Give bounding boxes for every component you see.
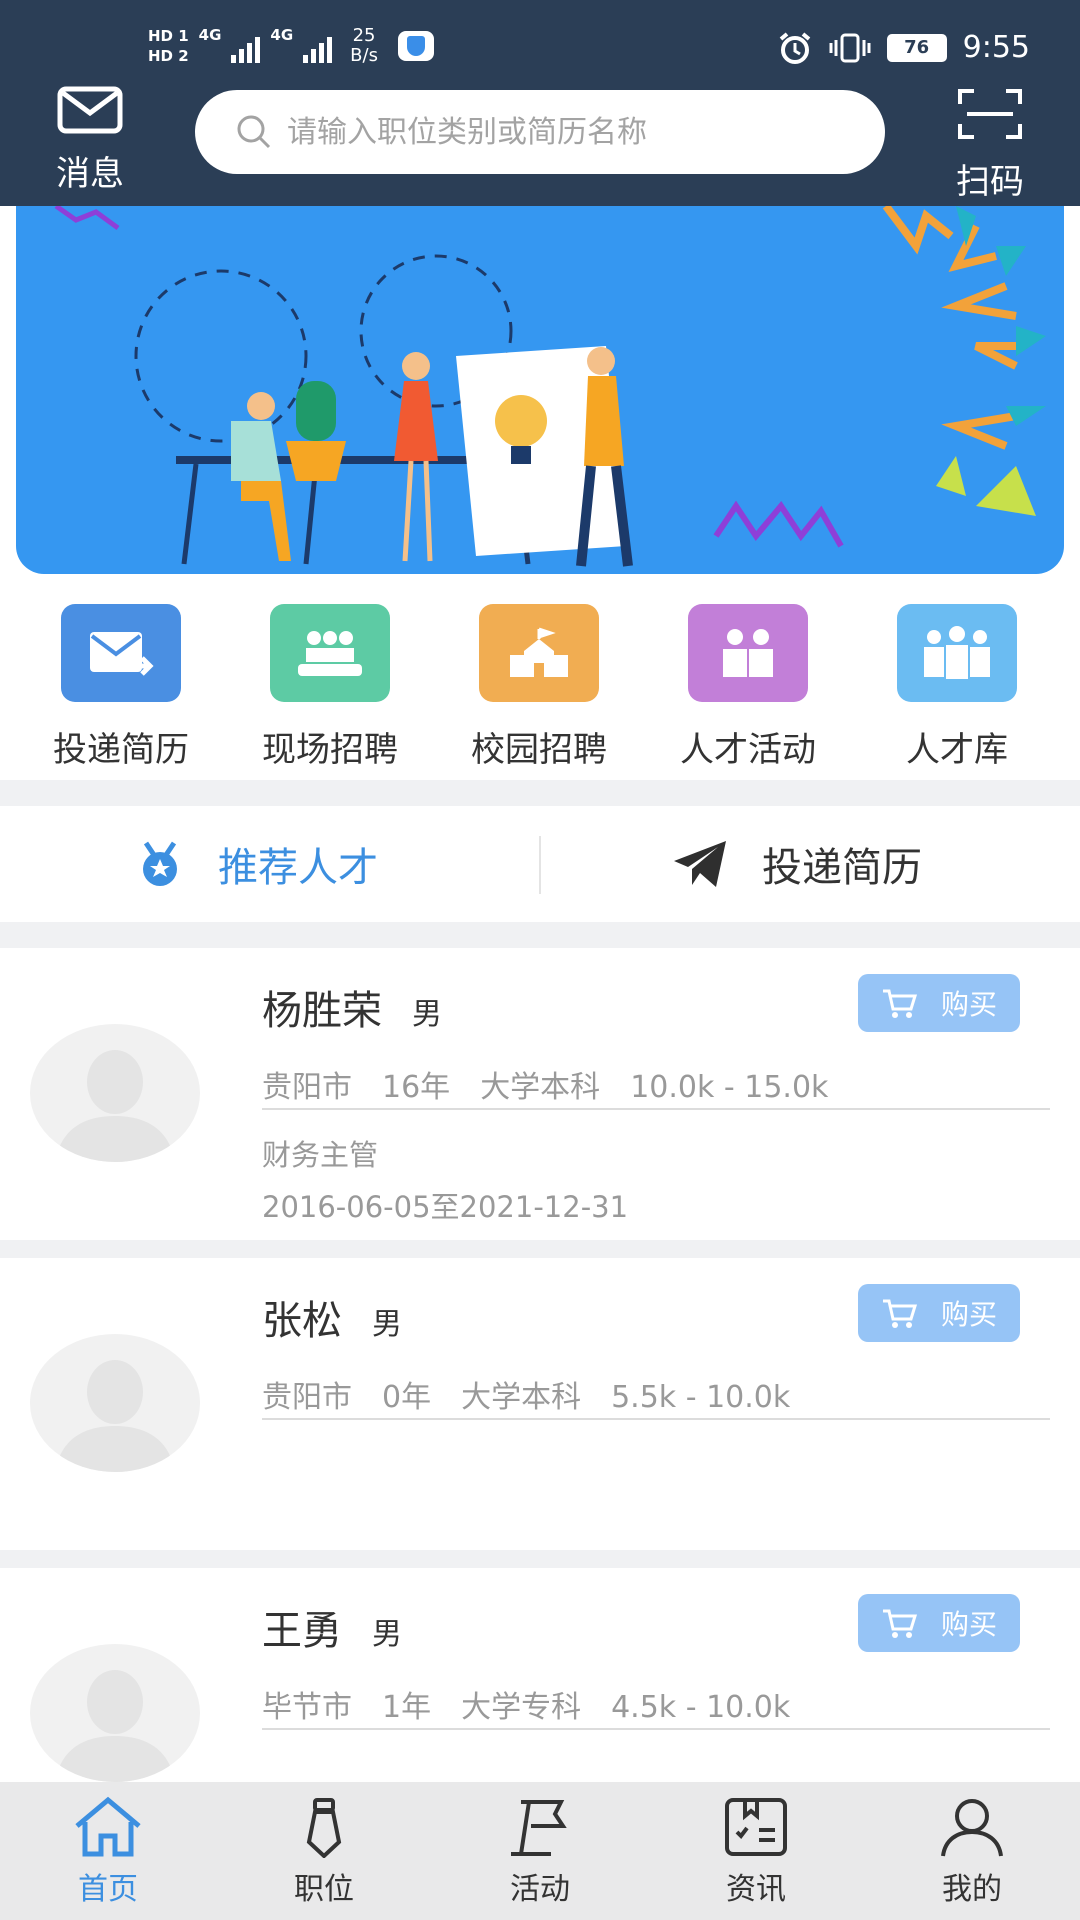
envelope-icon [57,86,123,134]
tab-deliver-label: 投递简历 [762,845,922,891]
vibrate-icon [829,33,871,62]
menu-item-talent-pool[interactable]: 人才库 [857,604,1057,771]
menu-label: 投递简历 [53,730,189,770]
signal1-icon [231,29,261,63]
menu-item-onsite-recruit[interactable]: 现场招聘 [230,604,430,771]
search-bar[interactable] [195,90,885,174]
candidate-card[interactable]: 张松男 购买 贵阳市 0年 大学本科 5.5k - 10.0k [0,1258,1080,1550]
security-shield-icon [397,31,434,61]
people-activity-icon [688,604,808,702]
scan-button[interactable]: 扫码 [944,86,1036,203]
search-icon [237,115,271,149]
buy-label: 购买 [940,1608,997,1641]
candidate-gender: 男 [372,1307,402,1342]
cart-icon [882,1609,917,1638]
message-button[interactable]: 消息 [44,86,136,195]
candidate-job: 财务主管 [262,1138,379,1172]
avatar [30,1644,200,1782]
candidate-name: 杨胜荣男 [262,988,442,1034]
menu-item-deliver-resume[interactable]: 投递简历 [21,604,221,771]
promo-banner[interactable] [16,206,1064,574]
cart-icon [882,989,917,1018]
news-icon [725,1798,787,1856]
network1-label: 4G [198,26,222,44]
divider [262,1728,1050,1730]
paper-plane-icon [672,839,728,889]
status-bar: HD 1 HD 2 4G 4G 25 B/s 76 9:55 [0,0,1080,80]
sim2-label: HD 2 [148,47,189,65]
nav-news[interactable]: 资讯 [676,1796,836,1908]
school-icon [479,604,599,702]
nav-profile[interactable]: 我的 [892,1796,1052,1908]
avatar [30,1334,200,1472]
alarm-icon [779,31,810,64]
tab-divider [539,836,541,894]
tab-recommend-talent[interactable]: 推荐人才 [136,806,378,922]
menu-item-campus-recruit[interactable]: 校园招聘 [439,604,639,771]
tab-recommend-label: 推荐人才 [218,845,378,891]
nav-label: 活动 [510,1872,570,1907]
scan-label: 扫码 [956,162,1024,202]
candidate-meta: 贵阳市 0年 大学本科 5.5k - 10.0k [262,1380,791,1415]
nav-jobs[interactable]: 职位 [244,1796,404,1908]
nav-home[interactable]: 首页 [28,1796,188,1908]
avatar [30,1024,200,1162]
nav-activities[interactable]: 活动 [460,1796,620,1908]
buy-button[interactable]: 购买 [858,1284,1020,1342]
buy-label: 购买 [940,988,997,1021]
meeting-icon [270,604,390,702]
candidate-name: 张松男 [262,1298,402,1344]
medal-icon [136,839,184,889]
message-label: 消息 [56,154,124,194]
buy-label: 购买 [940,1298,997,1331]
home-icon [75,1796,141,1857]
bottom-nav: 首页 职位 活动 资讯 我的 [0,1782,1080,1920]
sim-indicator: HD 1 HD 2 [148,26,189,66]
menu-label: 校园招聘 [471,730,607,770]
envelope-send-icon [61,604,181,702]
candidate-period: 2016-06-05至2021-12-31 [262,1190,629,1224]
menu-label: 人才活动 [680,730,816,770]
quick-menu: 投递简历 现场招聘 校园招聘 人才活动 人才库 [0,582,1080,780]
nav-label: 首页 [78,1872,138,1907]
network2-label: 4G [270,26,294,44]
menu-label: 现场招聘 [262,730,398,770]
candidate-gender: 男 [372,1617,402,1652]
banner-illustration [54,206,1046,567]
scan-icon [958,89,1022,139]
candidate-card[interactable]: 杨胜荣男 购买 贵阳市 16年 大学本科 10.0k - 15.0k 财务主管 201… [0,948,1080,1240]
tie-icon [306,1798,342,1859]
candidate-name: 王勇男 [262,1608,402,1654]
sim1-label: HD 1 [148,27,189,45]
menu-label: 人才库 [906,730,1008,770]
candidate-card[interactable]: 王勇男 购买 毕节市 1年 大学专科 4.5k - 10.0k [0,1568,1080,1782]
nav-label: 资讯 [726,1872,786,1907]
divider [262,1418,1050,1420]
clock: 9:55 [962,30,1030,65]
nav-label: 职位 [294,1872,354,1907]
people-group-icon [897,604,1017,702]
candidate-meta: 贵阳市 16年 大学本科 10.0k - 15.0k [262,1070,829,1105]
flag-icon [511,1800,567,1856]
candidate-gender: 男 [412,997,442,1032]
banner-section [0,206,1080,582]
nav-label: 我的 [942,1872,1002,1907]
network-speed: 25 B/s [350,25,378,66]
user-icon [941,1799,1003,1857]
battery-indicator: 76 [886,33,947,62]
search-input[interactable] [287,114,847,150]
menu-item-talent-activity[interactable]: 人才活动 [648,604,848,771]
buy-button[interactable]: 购买 [858,974,1020,1032]
tab-deliver-resume[interactable]: 投递简历 [672,806,922,922]
tab-bar: 推荐人才 投递简历 [0,806,1080,922]
divider [262,1108,1050,1110]
top-header: HD 1 HD 2 4G 4G 25 B/s 76 9:55 消息 请输入职位类… [0,0,1080,206]
candidate-meta: 毕节市 1年 大学专科 4.5k - 10.0k [262,1690,791,1725]
cart-icon [882,1299,917,1328]
signal2-icon [303,29,333,63]
buy-button[interactable]: 购买 [858,1594,1020,1652]
